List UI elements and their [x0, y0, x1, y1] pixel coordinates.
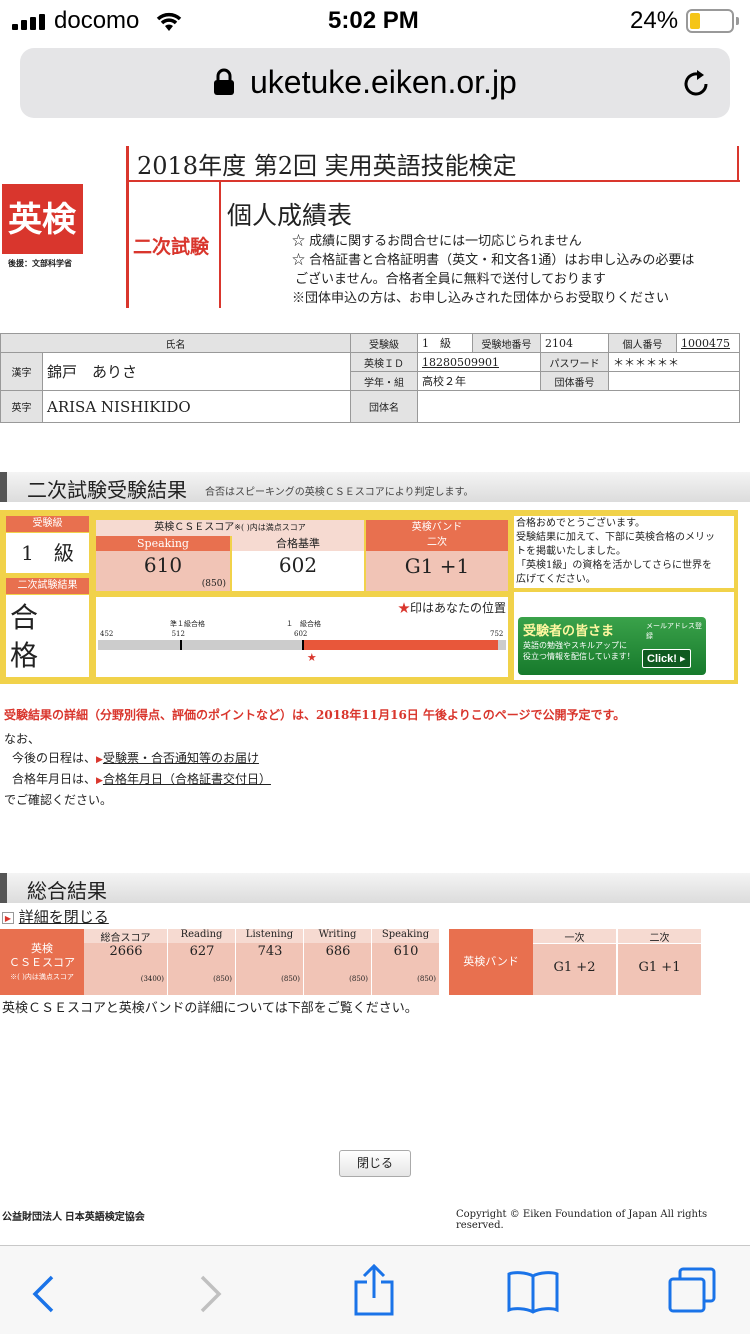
overall-band-table: 一次 二次 G1 +2 G1 +1	[533, 929, 701, 995]
grade1-marker	[302, 640, 304, 650]
score-value: 610	[393, 944, 419, 959]
axis-tick-label: 452	[100, 630, 114, 638]
browser-toolbar	[0, 1245, 750, 1334]
group-name	[417, 390, 740, 423]
score-value: 2666	[109, 944, 143, 959]
address-bar[interactable]: uketuke.eiken.or.jp	[20, 48, 730, 118]
bookmarks-icon[interactable]	[506, 1270, 560, 1314]
candidate-info-table: 氏名 受験級 1 級 受験地番号 2104 個人番号 1000475 漢字 錦戸…	[0, 333, 740, 423]
clock: 5:02 PM	[328, 7, 419, 34]
name-kanji: 錦戸 ありさ	[42, 352, 351, 391]
score-max: (850)	[349, 975, 368, 983]
delivery-schedule-link[interactable]: 受験票・合否通知等のお届け	[103, 751, 259, 765]
exam-title: 2018年度 第2回 実用英語技能検定	[137, 152, 517, 180]
score-column-label: Speaking	[372, 929, 440, 943]
status-bar: docomo 5:02 PM 24%	[0, 0, 750, 42]
personal-number: 1000475	[676, 333, 740, 353]
score-column: Reading 627 (850)	[168, 929, 236, 995]
second-grade: 1 級	[6, 533, 89, 573]
carrier-label: docomo	[54, 7, 140, 34]
band-second-value: G1 +1	[618, 944, 701, 995]
overall-band-label: 英検バンド	[449, 929, 533, 995]
pass-score: 602	[232, 551, 364, 591]
schedule-notes: なお、 今後の日程は、▶受験票・合否通知等のお届け 合格年月日は、▶合格年月日（…	[4, 732, 271, 807]
battery-percent: 24%	[630, 7, 679, 34]
share-icon[interactable]	[352, 1264, 396, 1316]
second-exam-result-panel: 受験級 1 級 二次試験結果 合格 英検ＣＳＥスコア※( )内は満点スコア Sp…	[0, 510, 738, 684]
score-position-chart: ★印はあなたの位置 準１級合格 １ 級合格 452 512 602 752 ★	[96, 597, 508, 677]
second-exam-section-header: 二次試験受験結果 合否はスピーキングの英検ＣＳＥスコアにより判定します。	[0, 472, 750, 502]
notes: ☆ 成績に関するお問合せには一切応じられません ☆ 合格証書と合格証明書（英文・…	[292, 234, 695, 306]
band-first-value: G1 +2	[533, 944, 616, 995]
score-column: Speaking 610 (850)	[372, 929, 440, 995]
tabs-icon[interactable]	[666, 1266, 718, 1314]
score-column-label: Writing	[304, 929, 372, 943]
newsletter-banner[interactable]: 受験者の皆さま メールアドレス登録 英語の勉強やスキルアップに 役立つ情報を配信…	[518, 617, 706, 675]
pass-date-link[interactable]: 合格年月日（合格証書交付日）	[103, 772, 271, 786]
name-english: ARISA NISHIKIDO	[42, 390, 351, 423]
school-year: 高校２年	[417, 371, 541, 391]
group-number	[608, 371, 740, 391]
grade-value: 1 級	[417, 333, 473, 353]
score-max: (3400)	[140, 975, 164, 983]
score-value: 743	[257, 944, 283, 959]
eiken-logo: 英検	[2, 184, 83, 254]
web-page: 英検 後援：文部科学省 2018年度 第2回 実用英語技能検定 二次試験 個人成…	[0, 140, 750, 1245]
battery-icon	[686, 9, 734, 33]
score-column-label: Listening	[236, 929, 304, 943]
overall-footer-note: 英検ＣＳＥスコアと英検バンドの詳細については下部をご覧ください。	[2, 1001, 418, 1016]
pass-result: 合格	[6, 595, 89, 677]
document-title: 個人成績表	[227, 201, 353, 230]
axis-tick-label: 602	[294, 630, 308, 638]
score-max: (850)	[281, 975, 300, 983]
score-value: 627	[189, 944, 215, 959]
score-column: 総合スコア 2666 (3400)	[84, 929, 168, 995]
score-max: (850)	[213, 975, 232, 983]
back-icon[interactable]	[30, 1274, 56, 1314]
pre1-marker	[179, 640, 182, 650]
click-button[interactable]: Click! ▸	[642, 649, 691, 668]
score-column-label: Reading	[168, 929, 236, 943]
copyright: Copyright © Eiken Foundation of Japan Al…	[456, 1209, 708, 1231]
congrats-message: 合格おめでとうございます。 受験結果に加えて、下部に英検合格のメリッ トを掲載いたし…	[514, 516, 734, 588]
logo-sponsor: 後援：文部科学省	[8, 259, 72, 268]
axis-tick-label: 752	[490, 630, 504, 638]
overall-score-table: 総合スコア 2666 (3400) Reading 627 (850) Listening 7…	[84, 929, 440, 995]
scale-bar	[98, 640, 506, 650]
score-column: Writing 686 (850)	[304, 929, 372, 995]
detail-release-notice: 受験結果の詳細（分野別得点、評価のポイントなど）は、2018年11月16日 午後…	[4, 708, 626, 722]
score-max: (850)	[417, 975, 436, 983]
eiken-id: 18280509901	[417, 352, 541, 372]
close-detail-link[interactable]: ▶ 詳細を閉じる	[2, 906, 109, 927]
lock-icon	[214, 68, 234, 95]
speaking-score: 610 (850)	[96, 551, 230, 591]
url-text: uketuke.eiken.or.jp	[250, 64, 517, 100]
axis-tick-label: 512	[171, 630, 185, 638]
your-position-star: ★	[306, 651, 317, 664]
overall-section-header: 総合結果	[0, 873, 750, 903]
org-name: 公益財団法人 日本英語検定協会	[2, 1212, 145, 1223]
cse-label-cell: 英検 ＣＳＥスコア ※( )内は満点スコア	[0, 929, 84, 995]
forward-icon[interactable]	[198, 1274, 224, 1314]
area-number: 2104	[540, 333, 609, 353]
signal-icon	[12, 14, 48, 30]
reload-icon[interactable]	[680, 68, 712, 100]
close-button[interactable]: 閉じる	[339, 1150, 411, 1177]
password-value: ＊＊＊＊＊＊	[608, 352, 740, 372]
second-band: G1 +1	[366, 551, 508, 591]
exam-type: 二次試験	[133, 236, 210, 258]
wifi-icon	[156, 12, 182, 31]
score-column: Listening 743 (850)	[236, 929, 304, 995]
name-header: 氏名	[0, 333, 351, 353]
score-fill-bar	[302, 640, 498, 650]
score-value: 686	[325, 944, 351, 959]
score-column-label: 総合スコア	[84, 929, 168, 944]
